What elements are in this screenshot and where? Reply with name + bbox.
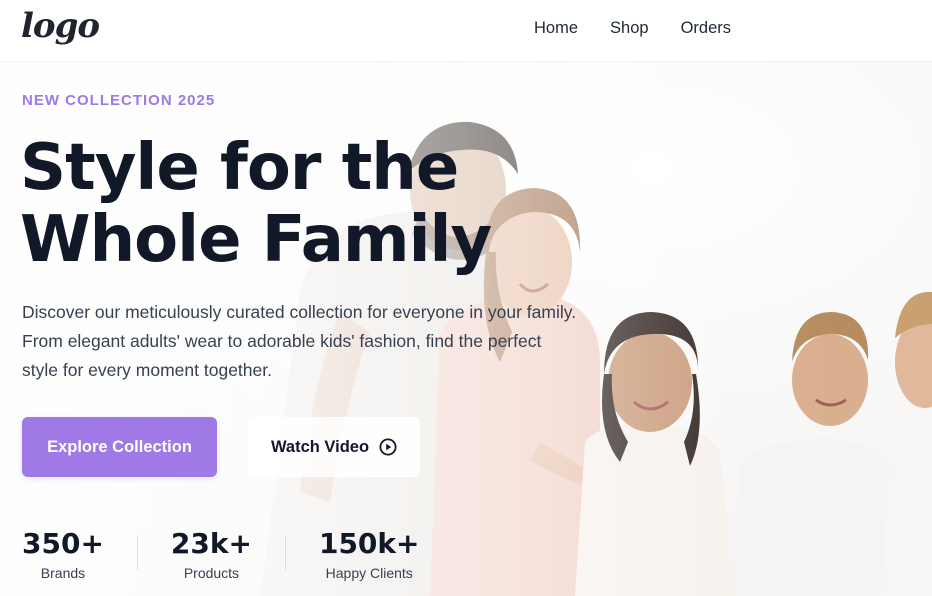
stat-value: 350+ — [22, 527, 104, 560]
hero-eyebrow: NEW COLLECTION 2025 — [22, 92, 216, 109]
stat-brands: 350+ Brands — [22, 526, 104, 582]
stat-products: 23k+ Products — [171, 526, 252, 582]
play-circle-icon — [379, 438, 397, 456]
hero-description-line-2: From elegant adults' wear to adorable ki… — [22, 331, 542, 351]
site-header: logo Home Shop Orders — [0, 0, 932, 62]
stat-label: Brands — [40, 565, 86, 581]
explore-collection-button[interactable]: Explore Collection — [22, 417, 217, 477]
stat-value: 150k+ — [318, 527, 420, 560]
hero-title: Style for the Whole Family — [20, 131, 492, 277]
stat-happy-clients: 150k+ Happy Clients — [319, 526, 420, 582]
watch-video-label: Watch Video — [270, 437, 370, 456]
nav-shop-link[interactable]: Shop — [610, 18, 649, 38]
hero-description-line-1: Discover our meticulously curated collec… — [22, 302, 577, 322]
stat-value: 23k+ — [170, 527, 252, 560]
logo[interactable]: logo — [21, 6, 100, 46]
landing-page: logo Home Shop Orders NEW COLLECTION 202… — [0, 0, 932, 596]
nav-home-link[interactable]: Home — [534, 18, 578, 38]
nav-orders-link[interactable]: Orders — [681, 18, 731, 38]
hero-description: Discover our meticulously curated collec… — [22, 298, 612, 385]
stat-divider — [136, 536, 138, 570]
hero-title-line-2: Whole Family — [20, 203, 492, 277]
stat-label: Happy Clients — [325, 565, 413, 581]
hero-title-line-1: Style for the — [20, 131, 459, 205]
stat-divider — [284, 536, 286, 570]
main-nav: Home Shop Orders — [534, 18, 731, 38]
stat-label: Products — [183, 565, 240, 581]
stats-row: 350+ Brands 23k+ Products 150k+ Happy Cl… — [22, 526, 420, 582]
hero-description-line-3: style for every moment together. — [22, 360, 272, 380]
watch-video-button[interactable]: Watch Video — [248, 417, 420, 477]
